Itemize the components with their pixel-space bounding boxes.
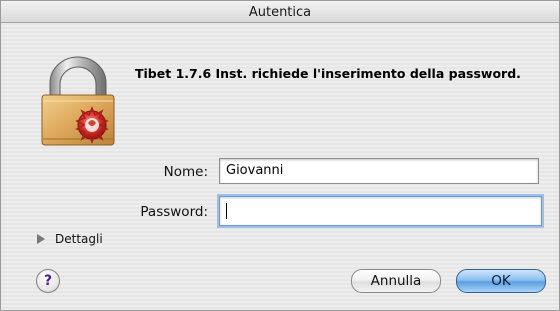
cancel-button[interactable]: Annulla (351, 269, 441, 293)
title-bar[interactable]: Autentica (1, 1, 559, 23)
authentication-dialog: Autentica Tibet 1.7.6 Inst. richiede l'i… (0, 0, 560, 311)
window-title: Autentica (248, 5, 312, 20)
password-field[interactable] (219, 196, 542, 226)
details-disclosure[interactable]: Dettagli (37, 232, 103, 246)
lock-icon (41, 56, 115, 146)
name-field[interactable]: Giovanni (219, 158, 539, 184)
name-label: Nome: (163, 164, 208, 180)
ok-button[interactable]: OK (456, 269, 546, 293)
help-button[interactable]: ? (36, 269, 60, 293)
dialog-message: Tibet 1.7.6 Inst. richiede l'inserimento… (135, 66, 521, 81)
password-label: Password: (140, 204, 208, 220)
disclosure-triangle-icon[interactable] (37, 234, 45, 244)
text-cursor (226, 203, 227, 219)
details-label: Dettagli (55, 232, 103, 246)
